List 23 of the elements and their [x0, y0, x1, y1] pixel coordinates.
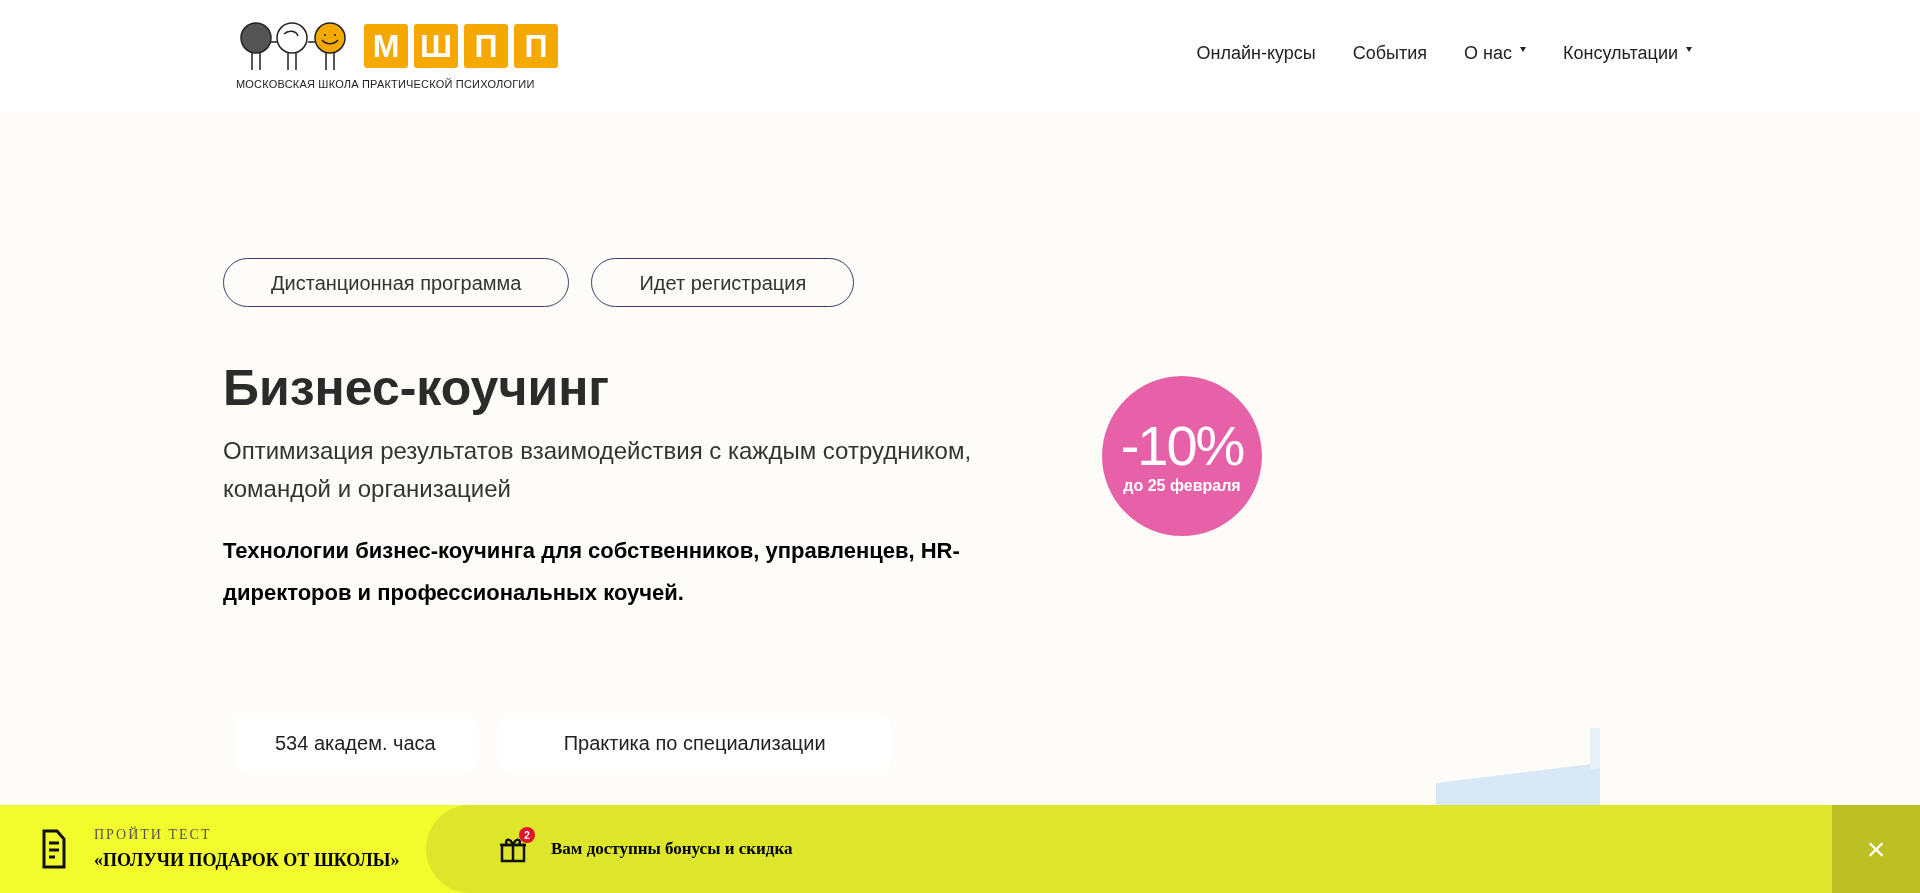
logo-letter: П [464, 23, 508, 68]
caret-icon [1520, 46, 1526, 52]
logo-tagline: МОСКОВСКАЯ ШКОЛА ПРАКТИЧЕСКОЙ ПСИХОЛОГИИ [236, 76, 536, 92]
logo-letter: Ш [414, 23, 458, 68]
logo-letter: М [364, 23, 408, 68]
document-icon [42, 829, 66, 869]
nav-link[interactable]: Консультации [1563, 39, 1692, 67]
logo-letter: П [514, 23, 558, 68]
description: Технологии бизнес-коучинга для собственников, управленцев, HR-директоров и профессиональных коучей. [223, 536, 961, 607]
nav-link[interactable]: Онлайн-курсы [1196, 39, 1316, 67]
subtitle: Оптимизация результатов взаимодействия с каждым сотрудником, командой и организацией [223, 435, 973, 504]
test-title: «ПОЛУЧИ ПОДАРОК ОТ ШКОЛЫ» [94, 849, 400, 872]
nav-link[interactable]: События [1352, 39, 1428, 67]
discount-value: -10% [1120, 418, 1244, 474]
notification-badge: 2 [519, 827, 535, 843]
page-title: Бизнес-коучинг [223, 359, 611, 418]
test-label: ПРОЙТИ ТЕСТ [94, 825, 213, 844]
discount-date: до 25 февраля [1123, 478, 1241, 494]
feature-card: Практика по специализации [499, 713, 890, 772]
bonus-text: Вам доступны бонусы и скидка [551, 838, 793, 861]
feature-card: 534 академ. часа [235, 713, 476, 772]
caret-icon [1686, 46, 1692, 52]
nav-link[interactable]: О нас [1464, 39, 1526, 67]
